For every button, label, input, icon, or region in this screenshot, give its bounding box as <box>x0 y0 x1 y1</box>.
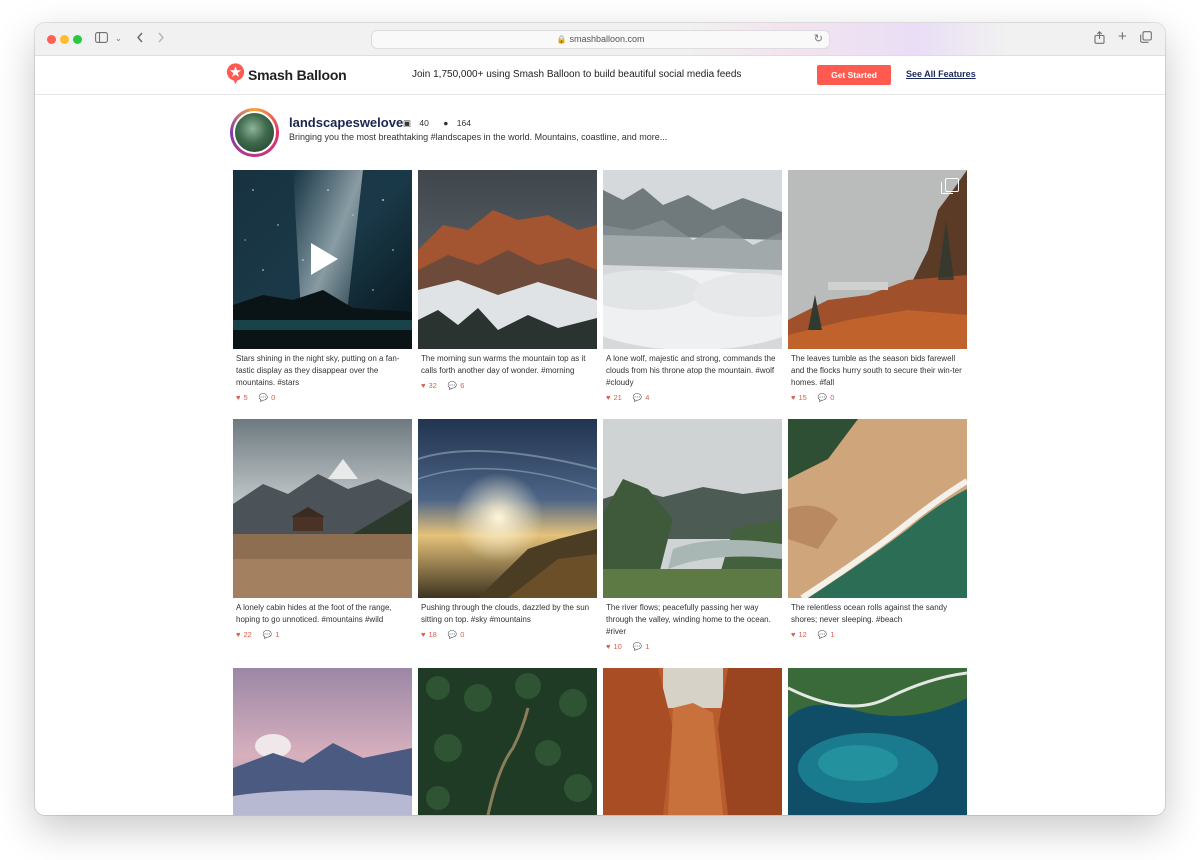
back-arrow-icon[interactable] <box>136 31 144 47</box>
post-engagement: ♥ 15 💬 0 <box>791 393 843 402</box>
like-count: 18 <box>428 630 437 639</box>
feed-profile-header: landscapeswelove ▣ 40 ● 164 Bringing you… <box>230 108 970 158</box>
profile-bio: Bringing you the most breathtaking #land… <box>289 132 668 142</box>
site-header: Smash Balloon Join 1,750,000+ using Smas… <box>35 57 1165 95</box>
profile-stats: ▣ 40 ● 164 <box>403 118 483 129</box>
comment-count: 4 <box>645 393 650 402</box>
comment-icon: 💬 <box>447 630 458 639</box>
chevron-down-icon[interactable]: ⌄ <box>115 31 122 47</box>
post-thumbnail-cabin[interactable] <box>233 419 412 598</box>
post-caption: Stars shining in the night sky, putting … <box>236 354 400 387</box>
post-caption: The leaves tumble as the season bids far… <box>791 354 962 387</box>
post-thumbnail-mountain-sunrise[interactable] <box>418 170 597 349</box>
promo-text: Join 1,750,000+ using Smash Balloon to b… <box>412 69 742 80</box>
like-count: 10 <box>613 642 622 651</box>
zoom-window-button[interactable] <box>73 35 82 44</box>
avatar-image <box>233 111 276 154</box>
heart-icon: ♥ <box>606 642 611 651</box>
heart-icon: ♥ <box>606 393 611 402</box>
heart-icon: ♥ <box>421 381 426 390</box>
post-thumbnail-autumn-fog[interactable] <box>788 170 967 349</box>
heart-icon: ♥ <box>791 393 796 402</box>
profile-handle[interactable]: landscapeswelove <box>289 115 403 130</box>
post-thumbnail-volcano[interactable] <box>233 668 412 815</box>
comment-icon: 💬 <box>447 381 458 390</box>
photos-count: ▣ 40 <box>403 118 435 128</box>
play-icon[interactable] <box>311 243 338 275</box>
post-thumbnail-night-sky[interactable] <box>233 170 412 349</box>
heart-icon: ♥ <box>236 393 241 402</box>
post-thumbnail-river-valley[interactable] <box>603 419 782 598</box>
like-count: 15 <box>798 393 807 402</box>
sidebar-toggle-icon[interactable] <box>95 31 108 47</box>
user-icon: ● <box>443 118 449 128</box>
post-engagement: ♥ 32 💬 6 <box>421 381 473 390</box>
post-thumbnail-lake-aerial[interactable] <box>788 668 967 815</box>
instagram-feed-grid: Stars shining in the night sky, putting … <box>233 170 969 815</box>
comment-icon: 💬 <box>258 393 269 402</box>
comment-count: 0 <box>271 393 276 402</box>
post-caption: A lone wolf, majestic and strong, comman… <box>606 354 776 387</box>
post-engagement: ♥ 21 💬 4 <box>606 393 658 402</box>
post-caption: The relentless ocean rolls against the s… <box>791 603 948 624</box>
site-logo-text[interactable]: Smash Balloon <box>248 67 347 83</box>
post-caption: A lonely cabin hides at the foot of the … <box>236 603 392 624</box>
post-engagement: ♥ 10 💬 1 <box>606 642 658 651</box>
reload-icon[interactable]: ↻ <box>814 31 823 48</box>
comment-count: 1 <box>645 642 650 651</box>
forward-arrow-icon[interactable] <box>157 31 165 47</box>
post-engagement: ♥ 22 💬 1 <box>236 630 288 639</box>
carousel-icon <box>941 178 959 194</box>
get-started-button[interactable]: Get Started <box>817 65 891 85</box>
comment-count: 1 <box>830 630 835 639</box>
like-count: 32 <box>428 381 437 390</box>
followers-count: ● 164 <box>443 118 477 128</box>
address-bar[interactable]: 🔒 smashballoon.com ↻ <box>371 30 830 49</box>
avatar[interactable] <box>230 108 279 157</box>
comment-count: 1 <box>275 630 280 639</box>
like-count: 21 <box>613 393 622 402</box>
browser-toolbar: ⌄ 🔒 smashballoon.com ↻ + <box>35 23 1165 56</box>
minimize-window-button[interactable] <box>60 35 69 44</box>
comment-icon: 💬 <box>262 630 273 639</box>
heart-icon: ♥ <box>791 630 796 639</box>
close-window-button[interactable] <box>47 35 56 44</box>
tab-overview-icon[interactable] <box>1140 31 1152 47</box>
browser-window: ⌄ 🔒 smashballoon.com ↻ + Smash Balloon Jo… <box>35 23 1165 815</box>
comment-count: 0 <box>460 630 465 639</box>
like-count: 22 <box>243 630 252 639</box>
post-thumbnail-canyon[interactable] <box>603 668 782 815</box>
post-caption: The river flows; peacefully passing her … <box>606 603 771 636</box>
new-tab-icon[interactable]: + <box>1118 29 1127 45</box>
heart-icon: ♥ <box>421 630 426 639</box>
image-icon: ▣ <box>403 118 412 128</box>
post-thumbnail-sunset-clouds[interactable] <box>418 419 597 598</box>
photos-count-value: 40 <box>419 118 429 128</box>
lock-icon: 🔒 <box>556 35 567 44</box>
post-engagement: ♥ 5 💬 0 <box>236 393 284 402</box>
comment-count: 0 <box>830 393 835 402</box>
comment-count: 6 <box>460 381 465 390</box>
balloon-logo-icon[interactable] <box>226 63 245 85</box>
post-caption: Pushing through the clouds, dazzled by t… <box>421 603 590 624</box>
post-thumbnail-beach-aerial[interactable] <box>788 419 967 598</box>
post-thumbnail-cloudy-mountains[interactable] <box>603 170 782 349</box>
like-count: 12 <box>798 630 807 639</box>
post-thumbnail-forest[interactable] <box>418 668 597 815</box>
address-url: smashballoon.com <box>569 34 645 44</box>
post-caption: The morning sun warms the mountain top a… <box>421 354 586 375</box>
followers-count-value: 164 <box>456 118 471 128</box>
see-all-features-link[interactable]: See All Features <box>906 69 976 79</box>
share-icon[interactable] <box>1094 31 1105 48</box>
comment-icon: 💬 <box>632 642 643 651</box>
post-engagement: ♥ 12 💬 1 <box>791 630 843 639</box>
post-engagement: ♥ 18 💬 0 <box>421 630 473 639</box>
heart-icon: ♥ <box>236 630 241 639</box>
comment-icon: 💬 <box>817 630 828 639</box>
comment-icon: 💬 <box>817 393 828 402</box>
like-count: 5 <box>243 393 248 402</box>
comment-icon: 💬 <box>632 393 643 402</box>
